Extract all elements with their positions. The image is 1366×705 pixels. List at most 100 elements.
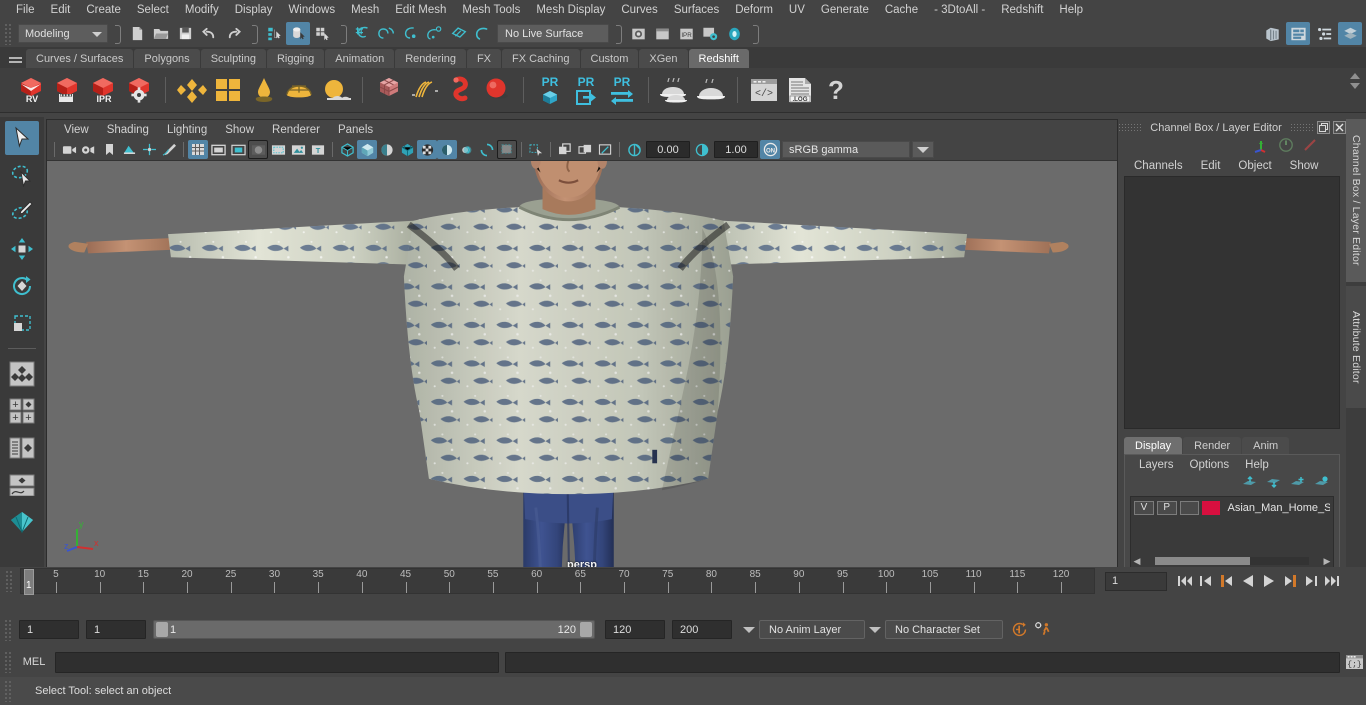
rotate-tool[interactable] (5, 269, 39, 303)
layer-tab-display[interactable]: Display (1124, 437, 1183, 454)
shelf-tab-fx-caching[interactable]: FX Caching (502, 49, 580, 68)
single-perspective-layout[interactable] (5, 357, 39, 391)
xray-icon[interactable] (497, 140, 517, 159)
scroll-left-icon[interactable]: ◀ (1131, 556, 1143, 567)
four-view-layout[interactable]: + + + (5, 394, 39, 428)
viewport-menu-lighting[interactable]: Lighting (158, 123, 216, 137)
isolate-remove-icon[interactable] (595, 140, 615, 159)
range-bar-left-handle[interactable] (156, 622, 168, 637)
persp-graph-layout[interactable] (5, 468, 39, 502)
viewport-menu-shading[interactable]: Shading (98, 123, 158, 137)
range-start-field[interactable]: 1 (86, 620, 146, 639)
layer-name[interactable]: Asian_Man_Home_Styl (1227, 502, 1330, 514)
layer-playback-toggle[interactable]: P (1156, 500, 1177, 515)
shelf-tab-polygons[interactable]: Polygons (134, 49, 200, 68)
range-slider-grip[interactable] (4, 618, 13, 641)
select-by-object-type-icon[interactable] (286, 22, 310, 45)
shelf-scroll-arrows[interactable] (1350, 73, 1360, 89)
shelf-tab-redshift[interactable]: Redshift (688, 49, 749, 68)
menu-mesh-tools[interactable]: Mesh Tools (454, 1, 528, 19)
outliner-persp-layout[interactable] (5, 431, 39, 465)
step-back-frame-icon[interactable] (1218, 572, 1235, 590)
xray-active-components-icon[interactable] (526, 140, 546, 159)
save-scene-icon[interactable] (173, 22, 197, 45)
step-forward-keyframe-icon[interactable] (1302, 572, 1319, 590)
time-slider-grip[interactable] (5, 570, 14, 592)
grease-pencil-icon[interactable] (159, 140, 179, 159)
shelf-tab-sculpting[interactable]: Sculpting (200, 49, 266, 68)
menu-curves[interactable]: Curves (613, 1, 665, 19)
redshift-light-cone-icon[interactable] (247, 73, 281, 107)
open-scene-icon[interactable] (149, 22, 173, 45)
grid-toggle-icon[interactable] (188, 140, 208, 159)
shelf-tab-curves-surfaces[interactable]: Curves / Surfaces (26, 49, 134, 68)
scrollbar-track[interactable] (1155, 557, 1309, 565)
gamma-value[interactable]: 1.00 (714, 141, 758, 158)
select-by-hierarchy-icon[interactable] (262, 22, 286, 45)
layer-visibility-toggle[interactable]: V (1134, 500, 1154, 515)
redshift-sun-sky-icon[interactable] (319, 73, 353, 107)
axis-toggle-icon[interactable] (1252, 137, 1270, 156)
shelf-tab-rigging[interactable]: Rigging (266, 49, 325, 68)
panel-grip-right[interactable] (1289, 123, 1314, 132)
layer-list[interactable]: V P Asian_Man_Home_Styl ◀ ▶ (1130, 496, 1334, 568)
redshift-render-settings-icon[interactable] (122, 73, 156, 107)
shelf-tab-animation[interactable]: Animation (325, 49, 395, 68)
menu-modify[interactable]: Modify (177, 1, 227, 19)
use-all-lights-icon[interactable] (417, 140, 437, 159)
motion-blur-icon[interactable] (477, 140, 497, 159)
menu-deform[interactable]: Deform (727, 1, 781, 19)
wireframe-icon[interactable] (337, 140, 357, 159)
menu-cache[interactable]: Cache (877, 1, 926, 19)
channel-box-menu-edit[interactable]: Edit (1193, 159, 1229, 173)
menu-edit[interactable]: Edit (43, 1, 79, 19)
close-icon[interactable] (1332, 121, 1346, 134)
bookmark-icon[interactable] (99, 140, 119, 159)
status-group-separator-4[interactable] (612, 25, 623, 44)
render-current-frame-icon[interactable] (626, 22, 650, 45)
channel-box-content[interactable] (1124, 176, 1340, 429)
undo-icon[interactable] (197, 22, 221, 45)
layer-shading-toggle[interactable] (1179, 500, 1200, 515)
redshift-volume-worm-icon[interactable] (444, 73, 478, 107)
layer-tab-anim[interactable]: Anim (1242, 437, 1290, 454)
gate-mask-icon[interactable] (248, 140, 268, 159)
play-backwards-icon[interactable] (1239, 572, 1256, 590)
menu-help[interactable]: Help (1051, 1, 1091, 19)
redshift-proxy-icon[interactable] (372, 73, 406, 107)
select-by-component-type-icon[interactable] (310, 22, 334, 45)
redshift-help-icon[interactable]: ? (819, 73, 853, 107)
range-bar-right-handle[interactable] (580, 622, 592, 637)
menu-generate[interactable]: Generate (813, 1, 877, 19)
vtab-attribute-editor[interactable]: Attribute Editor (1346, 286, 1366, 408)
hypershade-icon[interactable] (722, 22, 746, 45)
menu-display[interactable]: Display (227, 1, 281, 19)
move-layer-up-icon[interactable] (1242, 475, 1257, 492)
camera-attributes-icon[interactable] (79, 140, 99, 159)
slash-icon[interactable] (1302, 137, 1318, 156)
color-management-field[interactable]: sRGB gamma (782, 141, 910, 158)
redshift-dome-light-icon[interactable] (283, 73, 317, 107)
exposure-value[interactable]: 0.00 (646, 141, 690, 158)
shelf-tab-rendering[interactable]: Rendering (395, 49, 466, 68)
layer-menu-help[interactable]: Help (1238, 458, 1276, 472)
status-group-separator-5[interactable] (749, 25, 760, 44)
menuset-selector[interactable]: Modeling (18, 24, 108, 43)
command-language-label[interactable]: MEL (13, 656, 55, 668)
snap-to-projected-center-icon[interactable] (423, 22, 447, 45)
viewport-menu-panels[interactable]: Panels (329, 123, 382, 137)
create-layer-from-selected-icon[interactable] (1314, 476, 1329, 492)
clock-icon[interactable] (1278, 137, 1294, 156)
menu-create[interactable]: Create (78, 1, 129, 19)
redshift-render-sequence-icon[interactable] (50, 73, 84, 107)
channel-box-menu-show[interactable]: Show (1282, 159, 1327, 173)
select-camera-icon[interactable] (59, 140, 79, 159)
layer-menu-options[interactable]: Options (1183, 458, 1237, 472)
tool-settings-toggle-icon[interactable] (1312, 22, 1336, 45)
panel-grip-left[interactable] (1118, 123, 1143, 132)
snap-to-point-icon[interactable] (399, 22, 423, 45)
command-input[interactable] (55, 651, 499, 673)
layer-color-swatch[interactable] (1202, 500, 1221, 515)
menu-edit-mesh[interactable]: Edit Mesh (387, 1, 454, 19)
script-editor-icon[interactable]: {;} (1343, 652, 1366, 673)
